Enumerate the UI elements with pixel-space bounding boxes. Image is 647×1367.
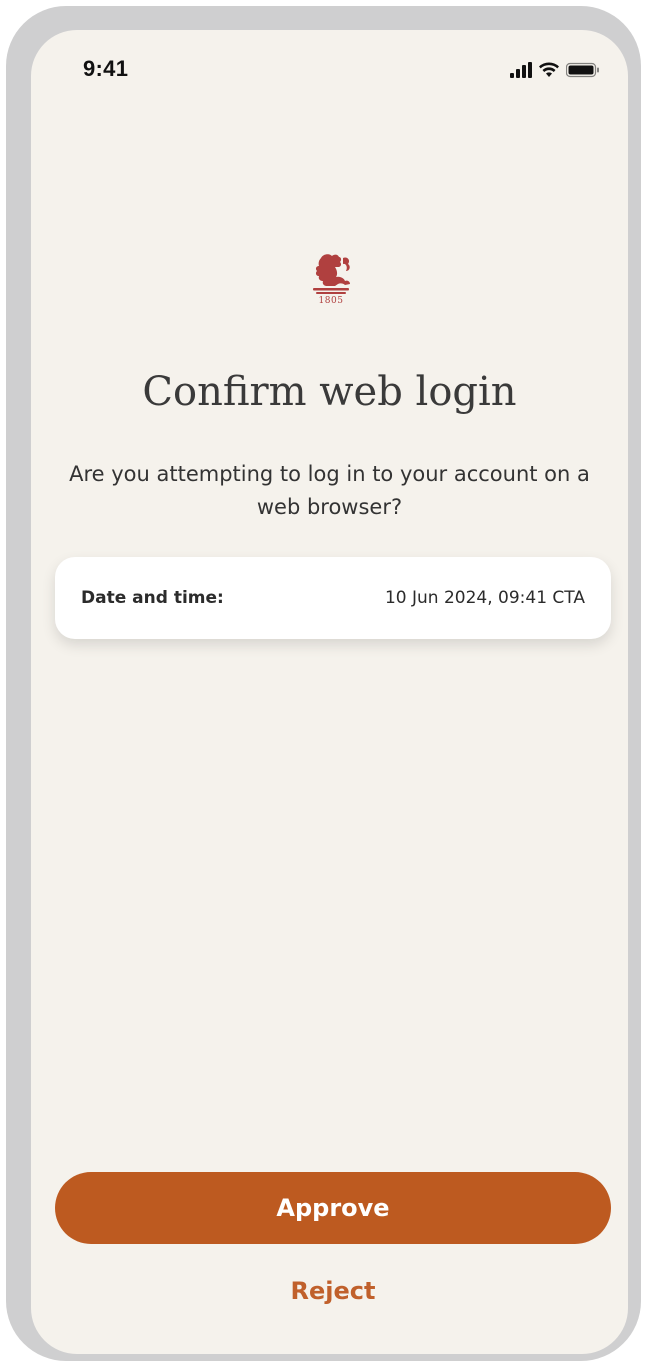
brand-logo: 1805 xyxy=(307,252,355,310)
battery-icon xyxy=(566,62,599,78)
wifi-icon xyxy=(539,62,559,77)
status-time: 9:41 xyxy=(83,56,129,81)
app-screen: 9:41 1805 Confirm web login Are you atte… xyxy=(31,30,628,1354)
lion-crest-icon xyxy=(313,254,350,294)
date-time-label: Date and time: xyxy=(81,588,224,608)
status-icons xyxy=(510,60,600,80)
reject-button[interactable]: Reject xyxy=(55,1266,611,1316)
page-title: Confirm web login xyxy=(142,369,517,415)
login-details-card: Date and time: 10 Jun 2024, 09:41 CTA xyxy=(55,557,611,639)
date-time-value: 10 Jun 2024, 09:41 CTA xyxy=(384,588,585,608)
signal-icon xyxy=(510,62,532,78)
phone-frame: 9:41 1805 Confirm web login Are you atte… xyxy=(6,6,641,1361)
logo-year: 1805 xyxy=(318,296,344,306)
page-subtitle: Are you attempting to log in to your acc… xyxy=(69,462,590,519)
approve-button[interactable]: Approve xyxy=(55,1172,611,1244)
